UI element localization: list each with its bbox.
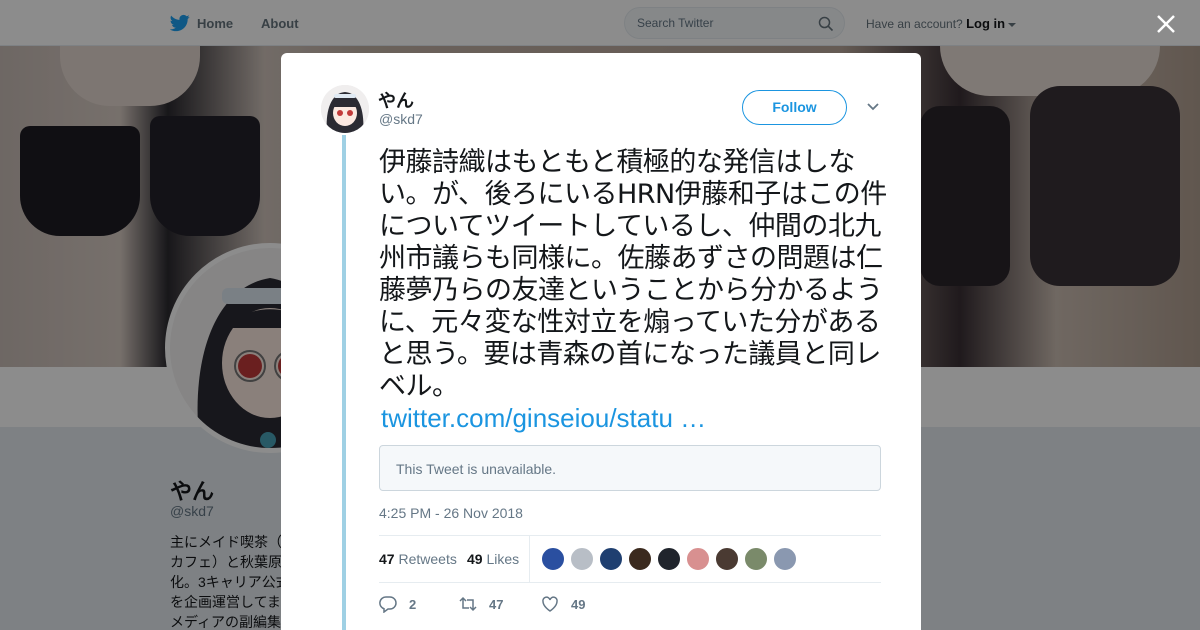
thread-line — [342, 135, 346, 630]
divider — [529, 536, 530, 582]
tweet-author-handle[interactable]: @skd7 — [379, 111, 423, 127]
close-icon[interactable] — [1155, 13, 1177, 35]
quoted-tweet-card[interactable]: This Tweet is unavailable. — [379, 445, 881, 491]
tweet-modal: やん @skd7 Follow 伊藤詩織はもともと積極的な発信はしない。が、後ろ… — [281, 53, 921, 630]
reply-count: 2 — [409, 597, 417, 612]
likes-stat[interactable]: 49 Likes — [467, 551, 519, 567]
quoted-tweet-text: This Tweet is unavailable. — [396, 461, 557, 477]
retweet-count: 47 — [489, 597, 504, 612]
tweet-text: 伊藤詩織はもともと積極的な発信はしない。が、後ろにいるHRN伊藤和子はこの件につ… — [379, 147, 887, 402]
tweet-link[interactable]: twitter.com/ginseiou/statu … — [381, 403, 706, 434]
tweet-timestamp[interactable]: 4:25 PM - 26 Nov 2018 — [379, 505, 523, 521]
like-count: 49 — [571, 597, 586, 612]
tweet-author-avatar[interactable] — [321, 85, 369, 133]
liker-avatar[interactable] — [773, 547, 797, 571]
liker-avatar[interactable] — [628, 547, 652, 571]
reply-icon — [379, 596, 397, 613]
retweet-icon — [459, 596, 477, 612]
chevron-down-icon[interactable] — [866, 102, 880, 112]
liker-avatar[interactable] — [570, 547, 594, 571]
liker-avatar[interactable] — [657, 547, 681, 571]
liker-avatar[interactable] — [599, 547, 623, 571]
follow-button[interactable]: Follow — [742, 90, 847, 125]
retweets-stat[interactable]: 47 Retweets — [379, 551, 457, 567]
avatar-illustration-icon — [321, 85, 369, 133]
liker-avatar[interactable] — [541, 547, 565, 571]
liker-avatar[interactable] — [715, 547, 739, 571]
liker-avatar[interactable] — [686, 547, 710, 571]
tweet-actions: 2 47 49 — [379, 593, 881, 615]
heart-icon — [542, 596, 558, 612]
tweet-author-name[interactable]: やん — [378, 87, 414, 113]
liker-avatar[interactable] — [744, 547, 768, 571]
tweet-stats: 47 Retweets 49 Likes — [379, 535, 881, 583]
